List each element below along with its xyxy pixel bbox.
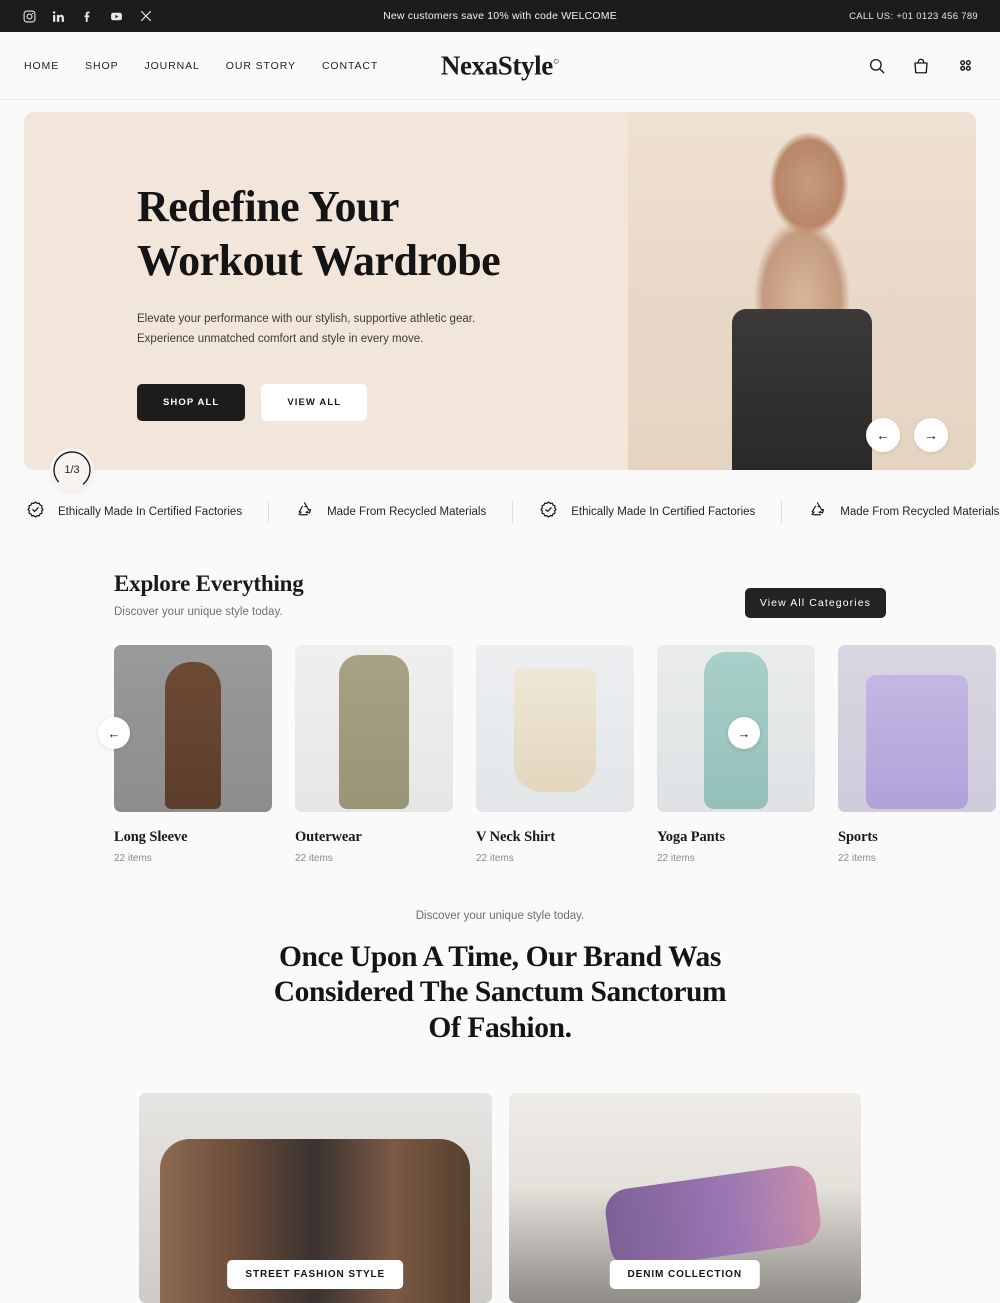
main-navigation: HOME SHOP JOURNAL OUR STORY CONTACT — [24, 60, 378, 72]
gallery-badge[interactable]: STREET FASHION STYLE — [227, 1260, 404, 1290]
category-thumbnail — [295, 645, 453, 812]
hero-carousel-controls: ← → — [866, 418, 948, 452]
gallery-card[interactable]: DENIM COLLECTION — [508, 1093, 861, 1303]
category-image-fill — [295, 645, 453, 812]
category-item-count: 22 items — [657, 853, 695, 864]
story-heading: Once Upon A Time, Our Brand Was Consider… — [140, 940, 860, 1046]
instagram-icon[interactable] — [22, 9, 37, 24]
story-heading-line-2: Considered The Sanctum Sanctorum — [273, 976, 727, 1009]
badge-check-icon — [26, 500, 45, 524]
explore-actions: View All Categories — [744, 588, 886, 618]
category-thumbnail — [476, 645, 634, 812]
hero-section-wrapper: Redefine Your Workout Wardrobe Elevate y… — [0, 100, 1000, 492]
site-logo[interactable]: NexaStyle○ — [440, 50, 560, 81]
hero-title-line-1: Redefine Your — [137, 182, 399, 231]
hero-title: Redefine Your Workout Wardrobe — [137, 180, 584, 287]
hero-next-button[interactable]: → — [914, 418, 948, 452]
badge-check-icon — [539, 500, 558, 524]
feature-strip-label: Ethically Made In Certified Factories — [58, 506, 243, 518]
logo-text: NexaStyle — [440, 50, 553, 80]
category-prev-button[interactable]: ← — [98, 717, 130, 749]
category-card[interactable]: Outerwear 22 items — [295, 645, 453, 864]
hero-image-fill — [628, 112, 976, 470]
hero-slide-counter: 1/3 — [50, 448, 94, 492]
category-name: V Neck Shirt — [476, 829, 556, 845]
nav-item-our-story[interactable]: OUR STORY — [226, 60, 296, 72]
header-actions — [866, 55, 976, 77]
category-card[interactable]: Long Sleeve 22 items — [114, 645, 272, 864]
category-item-count: 22 items — [838, 853, 876, 864]
feature-strip-label: Made From Recycled Materials — [840, 506, 1000, 518]
feature-strip-item: Ethically Made In Certified Factories — [513, 500, 781, 524]
nav-item-shop[interactable]: SHOP — [85, 60, 118, 72]
hero-buttons: SHOP ALL VIEW ALL — [137, 383, 584, 421]
hero-model-image — [628, 112, 976, 470]
explore-section: Explore Everything Discover your unique … — [0, 571, 1000, 864]
recycle-icon — [808, 500, 827, 524]
category-thumbnail — [838, 645, 996, 812]
nav-item-home[interactable]: HOME — [24, 60, 59, 72]
category-name: Sports — [838, 829, 878, 845]
story-heading-line-1: Once Upon A Time, Our Brand Was — [279, 941, 721, 973]
feature-strip: Ethically Made In Certified Factories Ma… — [0, 491, 1000, 533]
hero-content: Redefine Your Workout Wardrobe Elevate y… — [24, 112, 584, 470]
category-thumbnail — [114, 645, 272, 812]
x-icon[interactable] — [138, 9, 153, 24]
nav-item-contact[interactable]: CONTACT — [322, 60, 378, 72]
slide-progress-ring — [53, 451, 91, 489]
hero-title-line-2: Workout Wardrobe — [137, 235, 501, 285]
category-carousel: Long Sleeve 22 items Outerwear 22 items … — [0, 645, 1000, 864]
hero-prev-button[interactable]: ← — [866, 418, 900, 452]
feature-strip-item: Made From Recycled Materials — [782, 500, 1000, 524]
category-item-count: 22 items — [114, 853, 152, 864]
linkedin-icon[interactable] — [51, 9, 66, 24]
gallery-section: STREET FASHION STYLE DENIM COLLECTION — [0, 1093, 1000, 1303]
view-all-button[interactable]: VIEW ALL — [261, 383, 368, 421]
category-name: Long Sleeve — [114, 829, 188, 845]
category-name: Outerwear — [295, 829, 362, 845]
feature-strip-item: Made From Recycled Materials — [269, 500, 512, 524]
category-image-fill — [476, 645, 634, 812]
view-all-categories-button[interactable]: View All Categories — [744, 588, 886, 618]
category-item-count: 22 items — [295, 853, 333, 864]
category-name: Yoga Pants — [657, 829, 725, 845]
category-card[interactable]: Sports 22 items — [838, 645, 996, 864]
search-icon[interactable] — [866, 55, 888, 77]
feature-strip-item: Ethically Made In Certified Factories — [0, 500, 268, 524]
shopping-bag-icon[interactable] — [910, 55, 932, 77]
explore-description: Discover your unique style today. — [114, 606, 283, 618]
promo-text: New customers save 10% with code WELCOME — [383, 10, 617, 22]
announcement-bar: New customers save 10% with code WELCOME… — [0, 0, 1000, 32]
category-next-button[interactable]: → — [728, 717, 760, 749]
explore-title: Explore Everything — [114, 571, 304, 596]
hero-banner: Redefine Your Workout Wardrobe Elevate y… — [24, 112, 976, 470]
call-us-text: CALL US: +01 0123 456 789 — [849, 10, 978, 22]
facebook-icon[interactable] — [80, 9, 95, 24]
category-card[interactable]: Yoga Pants 22 items — [657, 645, 815, 864]
logo-circle-mark: ○ — [552, 55, 560, 67]
category-card[interactable]: V Neck Shirt 22 items — [476, 645, 634, 864]
feature-strip-label: Made From Recycled Materials — [327, 506, 487, 518]
category-item-count: 22 items — [476, 853, 514, 864]
feature-strip-label: Ethically Made In Certified Factories — [571, 506, 756, 518]
hero-subtitle: Elevate your performance with our stylis… — [137, 313, 476, 346]
category-image-fill — [114, 645, 272, 812]
gallery-card[interactable]: STREET FASHION STYLE — [139, 1093, 492, 1303]
story-eyebrow: Discover your unique style today. — [415, 910, 585, 922]
story-section: Discover your unique style today. Once U… — [0, 910, 1000, 1046]
social-links — [22, 9, 282, 24]
nav-item-journal[interactable]: JOURNAL — [144, 60, 199, 72]
recycle-icon — [295, 500, 314, 524]
site-header: HOME SHOP JOURNAL OUR STORY CONTACT Nexa… — [0, 32, 1000, 100]
shop-all-button[interactable]: SHOP ALL — [137, 383, 246, 421]
grid-menu-icon[interactable] — [954, 55, 976, 77]
category-image-fill — [838, 645, 996, 812]
explore-header: Explore Everything Discover your unique … — [0, 571, 1000, 618]
gallery-badge[interactable]: DENIM COLLECTION — [609, 1260, 760, 1290]
story-heading-line-3: Of Fashion. — [428, 1011, 572, 1044]
explore-heading-group: Explore Everything Discover your unique … — [114, 571, 304, 618]
youtube-icon[interactable] — [109, 9, 124, 24]
